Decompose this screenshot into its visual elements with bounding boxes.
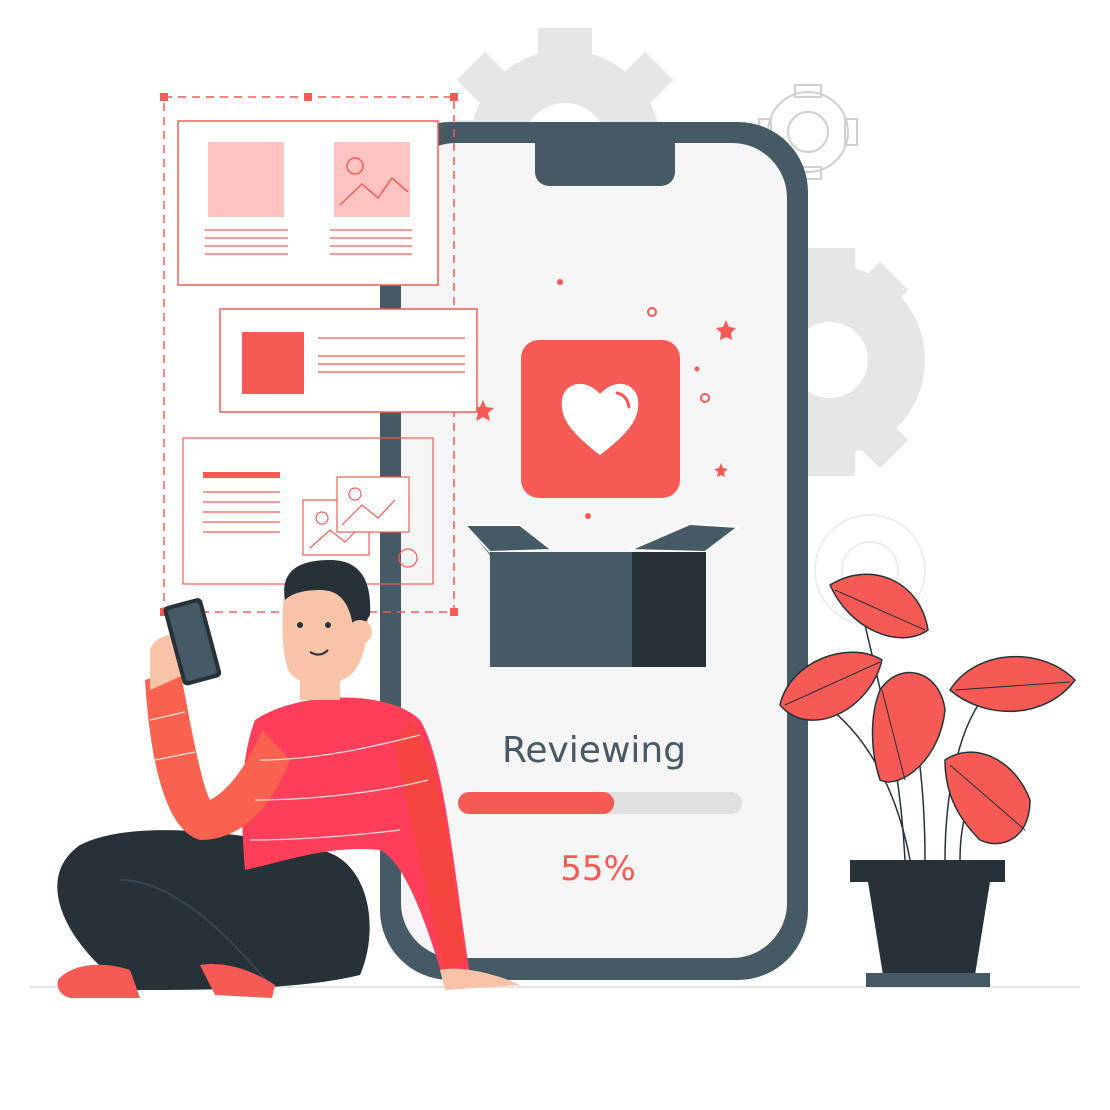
illustration: Reviewing 55% xyxy=(30,28,1080,998)
image-icon xyxy=(336,476,410,533)
potted-plant xyxy=(779,573,1076,987)
wireframe-card xyxy=(177,120,439,286)
progress-percent: 55% xyxy=(560,849,636,889)
progress-fill xyxy=(458,792,615,814)
status-label: Reviewing xyxy=(502,730,686,771)
phone-notch xyxy=(535,130,675,186)
phone-screen xyxy=(401,143,787,958)
wireframe-card xyxy=(219,308,478,413)
heart-tile xyxy=(521,340,680,498)
